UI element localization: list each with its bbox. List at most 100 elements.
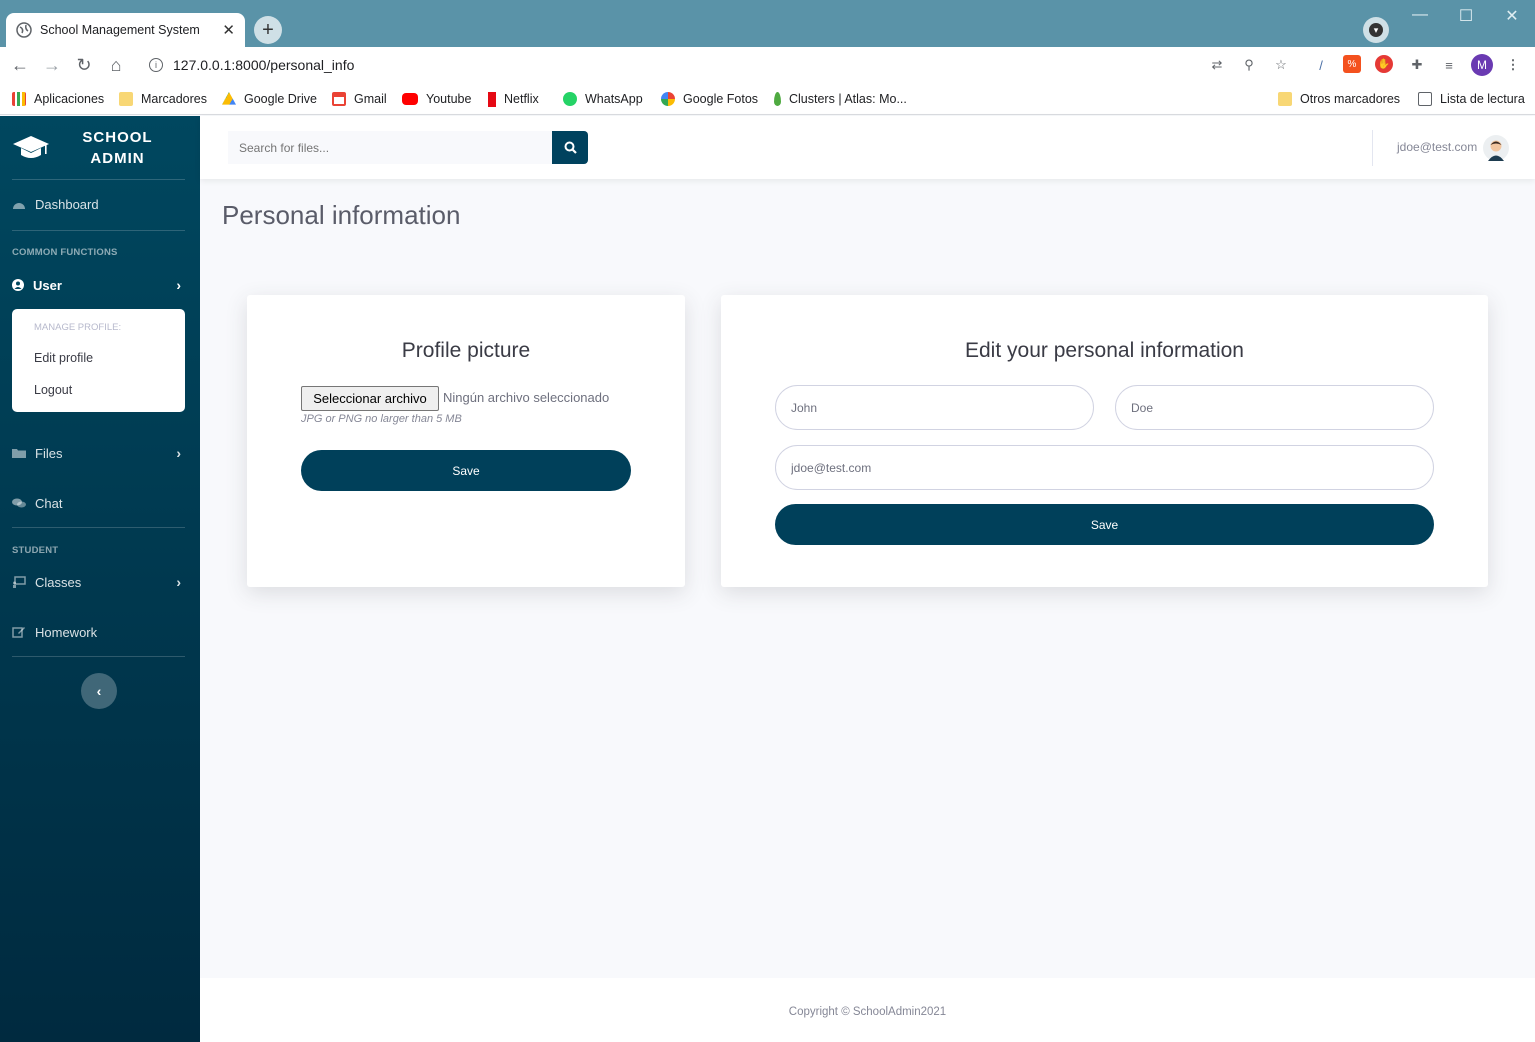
reading-list-icon[interactable]: ≡ [1439, 55, 1459, 75]
minimize-icon[interactable]: — [1405, 6, 1435, 24]
sidebar-item-user[interactable]: User › [12, 270, 185, 300]
graduation-cap-icon [13, 136, 49, 158]
submenu-header: MANAGE PROFILE: [34, 322, 122, 333]
card-title: Profile picture [401, 339, 531, 362]
bookmark-youtube[interactable]: Youtube [402, 83, 471, 115]
tab-title: School Management System [40, 23, 200, 37]
user-submenu: MANAGE PROFILE: Edit profile Logout [12, 309, 185, 412]
choose-file-button[interactable]: Seleccionar archivo [301, 386, 439, 411]
gmail-icon [332, 92, 346, 106]
topbar-divider [1372, 130, 1373, 166]
youtube-icon [402, 93, 418, 105]
sidebar-item-files[interactable]: Files › [12, 438, 185, 468]
bookmark-whatsapp[interactable]: WhatsApp [563, 83, 643, 115]
sidebar-item-dashboard[interactable]: Dashboard [12, 189, 185, 219]
address-bar[interactable]: i 127.0.0.1:8000/personal_info [143, 50, 1203, 80]
bookmark-atlas[interactable]: Clusters | Atlas: Mo... [774, 83, 907, 115]
translate-icon[interactable]: ⇄ [1207, 55, 1227, 75]
folder-icon [1278, 92, 1292, 106]
divider [12, 179, 185, 180]
home-icon[interactable]: ⌂ [100, 55, 132, 76]
user-email[interactable]: jdoe@test.com [1397, 140, 1477, 154]
search-input[interactable] [228, 131, 552, 164]
chevron-down-icon: ▾ [1369, 23, 1383, 37]
last-name-field[interactable] [1115, 385, 1434, 430]
chevron-right-icon: › [176, 277, 181, 293]
star-icon[interactable]: ☆ [1271, 55, 1291, 75]
user-avatar[interactable] [1483, 135, 1509, 161]
close-window-icon[interactable]: ✕ [1497, 6, 1527, 26]
email-field[interactable] [775, 445, 1434, 490]
chevron-right-icon: › [176, 445, 181, 461]
save-info-button[interactable]: Save [775, 504, 1434, 545]
forward-icon[interactable]: → [36, 55, 68, 76]
pen-extension-icon[interactable]: / [1311, 55, 1331, 75]
topbar: jdoe@test.com [200, 116, 1535, 179]
browser-toolbar: ← → ↻ ⌂ i 127.0.0.1:8000/personal_info ⇄… [0, 47, 1535, 83]
back-icon[interactable]: ← [4, 55, 36, 76]
edit-icon [12, 627, 25, 638]
zoom-icon[interactable]: ⚲ [1239, 55, 1259, 75]
footer: Copyright © SchoolAdmin2021 [200, 978, 1535, 1042]
bookmark-apps[interactable]: Aplicaciones [12, 83, 104, 115]
netflix-icon [488, 91, 496, 107]
bookmark-marcadores[interactable]: Marcadores [119, 83, 207, 115]
new-tab-button[interactable]: + [254, 16, 282, 44]
bookmarks-bar: Aplicaciones Marcadores Google Drive Gma… [0, 83, 1535, 115]
bookmark-otros[interactable]: Otros marcadores [1278, 83, 1400, 115]
tab-close-icon[interactable]: ✕ [222, 21, 235, 39]
menu-kebab-icon[interactable]: ⋮ [1503, 55, 1523, 75]
first-name-field[interactable] [775, 385, 1094, 430]
maximize-icon[interactable]: ☐ [1451, 6, 1481, 26]
whatsapp-icon [563, 92, 577, 106]
chevron-right-icon: › [176, 574, 181, 590]
chevron-left-icon: ‹ [96, 683, 102, 699]
folder-icon [12, 449, 26, 458]
site-info-icon[interactable]: i [149, 58, 163, 72]
card-title: Edit your personal information [965, 339, 1244, 362]
file-status: Ningún archivo seleccionado [443, 390, 610, 405]
profile-picture-card: Profile picture Seleccionar archivo Ning… [247, 295, 685, 587]
sidebar-toggle-button[interactable]: ‹ [81, 673, 117, 709]
sidebar-brand[interactable]: SCHOOL ADMIN [0, 116, 200, 179]
sidebar-item-homework[interactable]: Homework [12, 617, 185, 647]
divider [12, 656, 185, 657]
bookmark-gmail[interactable]: Gmail [332, 83, 387, 115]
sidebar-item-chat[interactable]: Chat [12, 488, 185, 518]
google-photos-icon [661, 92, 675, 106]
profile-avatar[interactable]: M [1471, 54, 1493, 76]
bookmark-netflix[interactable]: Netflix [488, 83, 539, 115]
personal-info-card: Edit your personal information Save [721, 295, 1488, 587]
bookmark-google-drive[interactable]: Google Drive [222, 83, 317, 115]
folder-icon [119, 92, 133, 106]
page-title: Personal information [222, 200, 461, 230]
sidebar-item-classes[interactable]: Classes › [12, 567, 185, 597]
file-hint: JPG or PNG no larger than 5 MB [301, 413, 462, 425]
chalkboard-icon [13, 576, 26, 588]
submenu-item-logout[interactable]: Logout [34, 383, 72, 397]
tab-search-button[interactable]: ▾ [1363, 17, 1389, 43]
reload-icon[interactable]: ↻ [68, 55, 100, 76]
bookmark-lista-lectura[interactable]: Lista de lectura [1418, 83, 1525, 115]
brand-text: SCHOOL ADMIN [82, 129, 153, 167]
bookmark-google-fotos[interactable]: Google Fotos [661, 83, 758, 115]
submenu-item-edit-profile[interactable]: Edit profile [34, 351, 93, 365]
section-heading-common: COMMON FUNCTIONS [12, 247, 118, 258]
reading-list-icon [1418, 92, 1432, 106]
discount-extension-icon[interactable]: % [1343, 55, 1361, 73]
copyright-text: Copyright © SchoolAdmin2021 [788, 1006, 947, 1018]
section-heading-student: STUDENT [12, 545, 59, 556]
extensions-puzzle-icon[interactable]: ✚ [1407, 55, 1427, 75]
sidebar: SCHOOL ADMIN Dashboard COMMON FUNCTIONS U… [0, 116, 200, 1042]
apps-grid-icon [12, 92, 26, 106]
url-text: 127.0.0.1:8000/personal_info [173, 57, 355, 73]
browser-tab[interactable]: School Management System ✕ [6, 13, 245, 47]
divider [12, 230, 185, 231]
user-circle-icon [12, 279, 24, 291]
browser-titlebar: School Management System ✕ + ▾ — ☐ ✕ [0, 0, 1535, 47]
mongodb-leaf-icon [774, 92, 781, 106]
search-button[interactable] [552, 131, 588, 164]
search-icon [564, 141, 577, 154]
save-picture-button[interactable]: Save [301, 450, 631, 491]
adblock-extension-icon[interactable]: ✋ [1375, 55, 1393, 73]
